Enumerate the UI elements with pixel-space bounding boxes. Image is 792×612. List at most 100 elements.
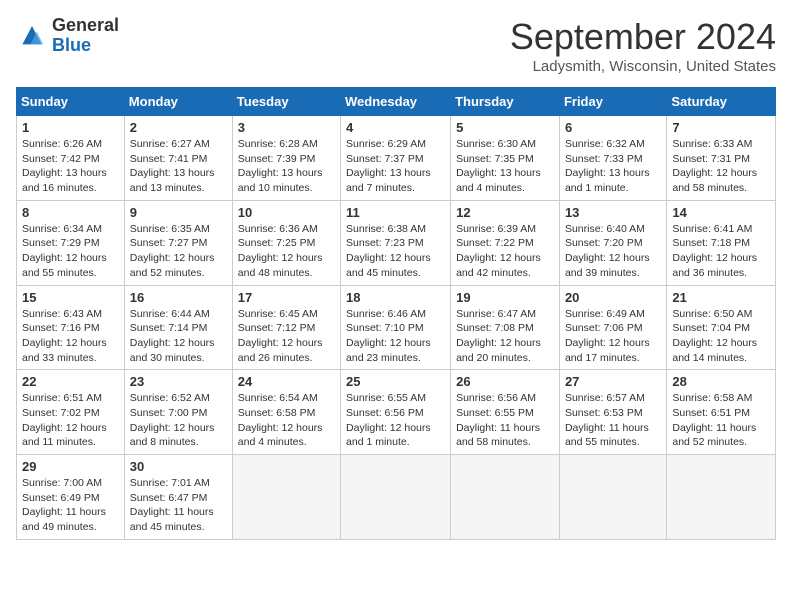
day-number: 13 [565,205,661,220]
day-cell: 17 Sunrise: 6:45 AMSunset: 7:12 PMDayligh… [232,285,340,370]
day-number: 15 [22,290,119,305]
logo-blue: Blue [52,36,119,56]
day-cell [451,455,560,540]
day-cell: 7 Sunrise: 6:33 AMSunset: 7:31 PMDaylight… [667,116,776,201]
day-number: 1 [22,120,119,135]
day-cell: 25 Sunrise: 6:55 AMSunset: 6:56 PMDayligh… [341,370,451,455]
week-row-4: 22 Sunrise: 6:51 AMSunset: 7:02 PMDayligh… [17,370,776,455]
day-cell [667,455,776,540]
day-info: Sunrise: 6:46 AMSunset: 7:10 PMDaylight:… [346,307,445,366]
day-number: 16 [130,290,227,305]
day-info: Sunrise: 6:44 AMSunset: 7:14 PMDaylight:… [130,307,227,366]
day-number: 23 [130,374,227,389]
day-number: 3 [238,120,335,135]
day-info: Sunrise: 6:35 AMSunset: 7:27 PMDaylight:… [130,222,227,281]
day-number: 25 [346,374,445,389]
day-cell: 24 Sunrise: 6:54 AMSunset: 6:58 PMDayligh… [232,370,340,455]
day-cell: 15 Sunrise: 6:43 AMSunset: 7:16 PMDayligh… [17,285,125,370]
day-cell: 12Sunrise: 6:39 AMSunset: 7:22 PMDayligh… [451,200,560,285]
day-cell: 13 Sunrise: 6:40 AMSunset: 7:20 PMDayligh… [559,200,666,285]
day-cell: 4 Sunrise: 6:29 AMSunset: 7:37 PMDaylight… [341,116,451,201]
header-tuesday: Tuesday [232,88,340,116]
day-cell: 22 Sunrise: 6:51 AMSunset: 7:02 PMDayligh… [17,370,125,455]
header-monday: Monday [124,88,232,116]
day-info: Sunrise: 7:01 AMSunset: 6:47 PMDaylight:… [130,476,227,535]
day-number: 7 [672,120,770,135]
day-info: Sunrise: 6:51 AMSunset: 7:02 PMDaylight:… [22,391,119,450]
day-info: Sunrise: 6:49 AMSunset: 7:06 PMDaylight:… [565,307,661,366]
header-friday: Friday [559,88,666,116]
day-cell: 3 Sunrise: 6:28 AMSunset: 7:39 PMDaylight… [232,116,340,201]
title-block: September 2024 Ladysmith, Wisconsin, Uni… [510,16,776,75]
week-row-1: 1 Sunrise: 6:26 AMSunset: 7:42 PMDaylight… [17,116,776,201]
day-number: 24 [238,374,335,389]
day-number: 6 [565,120,661,135]
day-cell: 23 Sunrise: 6:52 AMSunset: 7:00 PMDayligh… [124,370,232,455]
day-cell [341,455,451,540]
week-row-3: 15 Sunrise: 6:43 AMSunset: 7:16 PMDayligh… [17,285,776,370]
day-number: 4 [346,120,445,135]
day-info: Sunrise: 6:52 AMSunset: 7:00 PMDaylight:… [130,391,227,450]
calendar-table: SundayMondayTuesdayWednesdayThursdayFrid… [16,87,776,540]
day-cell: 28 Sunrise: 6:58 AMSunset: 6:51 PMDayligh… [667,370,776,455]
day-cell: 8Sunrise: 6:34 AMSunset: 7:29 PMDaylight… [17,200,125,285]
logo: General Blue [16,16,119,56]
day-cell [232,455,340,540]
day-number: 29 [22,459,119,474]
day-info: Sunrise: 6:58 AMSunset: 6:51 PMDaylight:… [672,391,770,450]
day-number: 27 [565,374,661,389]
day-info: Sunrise: 6:26 AMSunset: 7:42 PMDaylight:… [22,137,119,196]
day-info: Sunrise: 6:30 AMSunset: 7:35 PMDaylight:… [456,137,554,196]
day-cell: 9 Sunrise: 6:35 AMSunset: 7:27 PMDaylight… [124,200,232,285]
header-wednesday: Wednesday [341,88,451,116]
day-cell: 21Sunrise: 6:50 AMSunset: 7:04 PMDayligh… [667,285,776,370]
day-info: Sunrise: 6:41 AMSunset: 7:18 PMDaylight:… [672,222,770,281]
day-info: Sunrise: 6:50 AMSunset: 7:04 PMDaylight:… [672,307,770,366]
header-row: SundayMondayTuesdayWednesdayThursdayFrid… [17,88,776,116]
day-cell [559,455,666,540]
day-info: Sunrise: 6:55 AMSunset: 6:56 PMDaylight:… [346,391,445,450]
day-number: 2 [130,120,227,135]
day-number: 17 [238,290,335,305]
logo-text: General Blue [52,16,119,56]
day-cell: 30 Sunrise: 7:01 AMSunset: 6:47 PMDayligh… [124,455,232,540]
day-info: Sunrise: 6:56 AMSunset: 6:55 PMDaylight:… [456,391,554,450]
day-number: 28 [672,374,770,389]
day-number: 30 [130,459,227,474]
day-cell: 5 Sunrise: 6:30 AMSunset: 7:35 PMDaylight… [451,116,560,201]
day-number: 26 [456,374,554,389]
day-cell: 26 Sunrise: 6:56 AMSunset: 6:55 PMDayligh… [451,370,560,455]
location: Ladysmith, Wisconsin, United States [510,58,776,75]
day-cell: 19Sunrise: 6:47 AMSunset: 7:08 PMDayligh… [451,285,560,370]
day-number: 20 [565,290,661,305]
day-info: Sunrise: 6:39 AMSunset: 7:22 PMDaylight:… [456,222,554,281]
day-cell: 27 Sunrise: 6:57 AMSunset: 6:53 PMDayligh… [559,370,666,455]
day-info: Sunrise: 6:54 AMSunset: 6:58 PMDaylight:… [238,391,335,450]
day-number: 10 [238,205,335,220]
logo-icon [16,22,48,50]
day-info: Sunrise: 6:57 AMSunset: 6:53 PMDaylight:… [565,391,661,450]
day-cell: 2Sunrise: 6:27 AMSunset: 7:41 PMDaylight… [124,116,232,201]
day-info: Sunrise: 6:28 AMSunset: 7:39 PMDaylight:… [238,137,335,196]
day-info: Sunrise: 6:43 AMSunset: 7:16 PMDaylight:… [22,307,119,366]
day-info: Sunrise: 7:00 AMSunset: 6:49 PMDaylight:… [22,476,119,535]
day-cell: 20 Sunrise: 6:49 AMSunset: 7:06 PMDayligh… [559,285,666,370]
day-number: 22 [22,374,119,389]
day-info: Sunrise: 6:40 AMSunset: 7:20 PMDaylight:… [565,222,661,281]
day-number: 8 [22,205,119,220]
day-cell: 11Sunrise: 6:38 AMSunset: 7:23 PMDayligh… [341,200,451,285]
day-number: 9 [130,205,227,220]
day-info: Sunrise: 6:36 AMSunset: 7:25 PMDaylight:… [238,222,335,281]
day-cell: 29 Sunrise: 7:00 AMSunset: 6:49 PMDayligh… [17,455,125,540]
day-info: Sunrise: 6:29 AMSunset: 7:37 PMDaylight:… [346,137,445,196]
day-cell: 10 Sunrise: 6:36 AMSunset: 7:25 PMDayligh… [232,200,340,285]
day-info: Sunrise: 6:45 AMSunset: 7:12 PMDaylight:… [238,307,335,366]
month-title: September 2024 [510,16,776,58]
day-info: Sunrise: 6:32 AMSunset: 7:33 PMDaylight:… [565,137,661,196]
page-header: General Blue September 2024 Ladysmith, W… [16,16,776,75]
day-cell: 6 Sunrise: 6:32 AMSunset: 7:33 PMDaylight… [559,116,666,201]
day-cell: 14Sunrise: 6:41 AMSunset: 7:18 PMDayligh… [667,200,776,285]
day-number: 5 [456,120,554,135]
day-info: Sunrise: 6:33 AMSunset: 7:31 PMDaylight:… [672,137,770,196]
header-thursday: Thursday [451,88,560,116]
